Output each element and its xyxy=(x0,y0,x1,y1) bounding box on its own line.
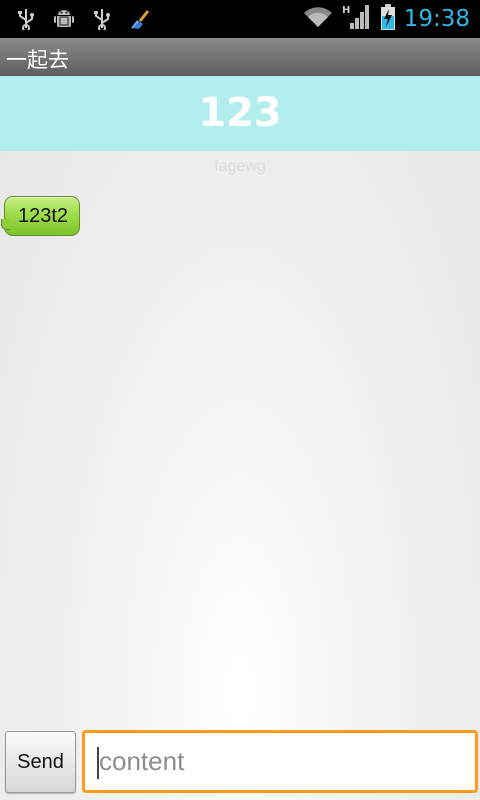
app-title: 一起去 xyxy=(6,48,69,72)
svg-text:H: H xyxy=(342,5,350,16)
clock: 19:38 xyxy=(403,6,470,32)
message-input[interactable] xyxy=(82,730,478,793)
wifi-icon xyxy=(302,5,334,33)
system-icons: H 19:38 xyxy=(302,4,470,34)
room-title: 123 xyxy=(198,90,282,136)
status-bar: H 19:38 xyxy=(0,0,480,38)
message-bubble[interactable]: 123t2 xyxy=(1,196,80,236)
usb-icon xyxy=(90,7,114,31)
room-subtitle: fagewg xyxy=(214,158,266,175)
text-cursor xyxy=(97,747,99,779)
message-text: 123t2 xyxy=(17,205,69,227)
notification-icons xyxy=(14,6,152,32)
send-button[interactable]: Send xyxy=(5,731,76,793)
hspa-signal-icon: H xyxy=(342,3,372,35)
android-debug-icon xyxy=(52,7,76,31)
battery-charging-icon xyxy=(380,3,396,35)
chat-area[interactable]: 123 fagewg 123t2 xyxy=(0,76,480,800)
title-bar: 一起去 xyxy=(0,38,480,76)
cleaner-icon xyxy=(128,7,152,31)
usb-icon xyxy=(14,7,38,31)
